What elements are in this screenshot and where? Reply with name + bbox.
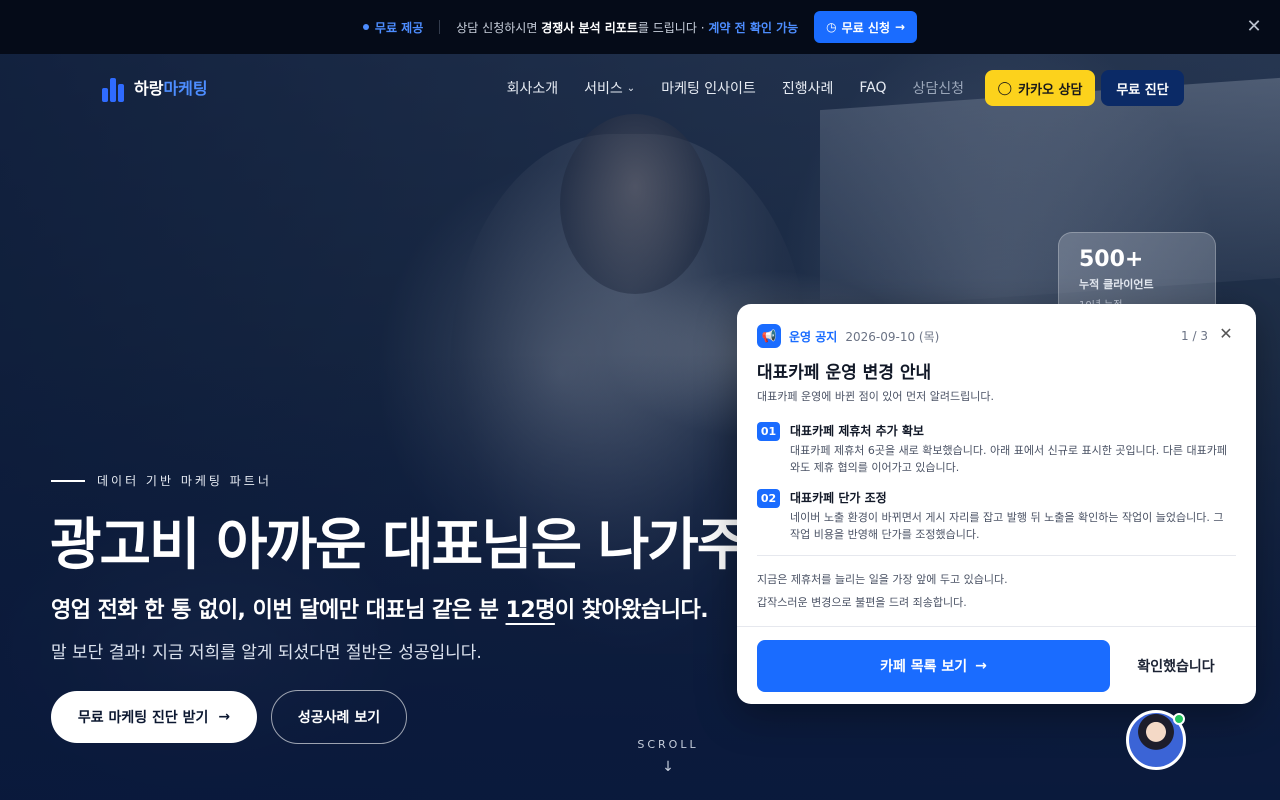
notice-intro: 대표카페 운영에 바뀐 점이 있어 먼저 알려드립니다. [757, 390, 994, 403]
cta-primary-label: 무료 마케팅 진단 받기 [77, 710, 209, 726]
stat-label: 누적 클라이언트 [1079, 278, 1154, 291]
notice-date: 2026-09-10 (목) [845, 329, 940, 344]
point-body: 대표카페 제휴처 6곳을 새로 확보했습니다. 아래 표에서 신규로 표시한 곳… [790, 444, 1228, 474]
free-tag: 무료 제공 [362, 19, 424, 36]
chat-bubble-icon: ◯ [997, 80, 1013, 96]
notice-category: 운영 공지 [789, 329, 838, 344]
banner-message-suffix: 를 드립니다 · [637, 20, 709, 35]
nav-item-services[interactable]: 서비스 ⌄ [584, 78, 635, 98]
free-diagnosis-button[interactable]: 무료 진단 [1101, 70, 1184, 106]
hero-subheadline: 영업 전화 한 통 없이, 이번 달에만 대표님 같은 분 12명이 찾아왔습니… [51, 592, 709, 624]
point-body: 네이버 노출 환경이 바뀌면서 게시 자리를 잡고 발행 뒤 노출을 확인하는 … [790, 511, 1224, 541]
nav-item-services-label: 서비스 [584, 81, 623, 97]
logo-mark-icon [100, 72, 124, 102]
nav-item-consult[interactable]: 상담신청 [912, 78, 964, 98]
arrow-right-icon: → [895, 20, 906, 34]
banner-message-strong: 경쟁사 분석 리포트 [541, 20, 638, 35]
hero-description: 말 보단 결과! 지금 저희를 알게 되셨다면 절반은 성공입니다. [51, 643, 482, 663]
notice-footnote: 지금은 제휴처를 늘리는 일을 가장 앞에 두고 있습니다. [757, 573, 1008, 586]
logo[interactable]: 하랑마케팅 [100, 72, 208, 102]
notice-title: 대표카페 운영 변경 안내 [757, 363, 932, 383]
notice-popup: 📢 운영 공지 2026-09-10 (목) 1 / 3 ✕ 대표카페 운영 변… [737, 304, 1256, 704]
point-number: 01 [757, 422, 780, 441]
arrow-right-icon: → [218, 709, 231, 725]
scroll-label: SCROLL [637, 738, 699, 751]
free-apply-label: 무료 신청 [841, 20, 890, 35]
banner-message: 상담 신청하시면 경쟁사 분석 리포트를 드립니다 · 계약 전 확인 가능 [456, 19, 798, 36]
notice-apology: 갑작스러운 변경으로 불편을 드려 죄송합니다. [757, 596, 967, 609]
brand-name-b: 마케팅 [163, 79, 208, 98]
chat-avatar-button[interactable] [1126, 710, 1186, 770]
main-nav: 하랑마케팅 회사소개 서비스 ⌄ 마케팅 인사이트 진행사례 FAQ 상담신청 ◯… [0, 54, 1280, 122]
stat-number: 500+ [1079, 247, 1144, 272]
hero-headline: 광고비 아까운 대표님은 나가주세요 [50, 513, 847, 578]
banner-divider [439, 20, 441, 34]
subheadline-prefix: 영업 전화 한 통 없이, 이번 달에만 대표님 같은 분 [51, 598, 506, 623]
subheadline-suffix: 이 찾아왔습니다. [554, 598, 709, 623]
nav-item-faq[interactable]: FAQ [859, 78, 886, 98]
confirm-button[interactable]: 확인했습니다 [1117, 640, 1235, 692]
eyebrow-line [51, 479, 85, 482]
cafe-list-label: 카페 목록 보기 [880, 659, 968, 675]
point-number: 02 [757, 489, 780, 508]
nav-item-insights[interactable]: 마케팅 인사이트 [661, 78, 756, 98]
close-icon[interactable]: ✕ [1244, 17, 1264, 37]
top-banner: 무료 제공 상담 신청하시면 경쟁사 분석 리포트를 드립니다 · 계약 전 확… [0, 0, 1280, 54]
notice-page-indicator: 1 / 3 [1181, 329, 1208, 343]
point-heading: 대표카페 제휴처 추가 확보 [790, 424, 924, 438]
clock-icon: ◷ [826, 20, 837, 34]
brand-name-a: 하랑 [134, 79, 164, 98]
notice-divider [757, 555, 1236, 556]
cafe-list-button[interactable]: 카페 목록 보기 → [757, 640, 1110, 692]
eyebrow-text: 데이터 기반 마케팅 파트너 [97, 474, 272, 488]
subheadline-emphasis: 12명 [505, 598, 556, 623]
free-diagnosis-cta-button[interactable]: 무료 마케팅 진단 받기 → [51, 691, 257, 743]
close-icon[interactable]: ✕ [1216, 324, 1236, 344]
banner-message-prefix: 상담 신청하시면 [456, 20, 542, 35]
chevron-down-icon: ⌄ [626, 82, 636, 94]
nav-item-about[interactable]: 회사소개 [507, 78, 559, 98]
arrow-right-icon: → [975, 658, 987, 674]
success-cases-button[interactable]: 성공사례 보기 [271, 690, 407, 744]
online-status-icon [1173, 713, 1185, 725]
hero-eyebrow: 데이터 기반 마케팅 파트너 [51, 472, 272, 489]
scroll-indicator[interactable]: SCROLL ↓ [620, 738, 716, 775]
point-heading: 대표카페 단가 조정 [790, 491, 887, 505]
free-label: 무료 제공 [374, 20, 424, 35]
kakao-consult-label: 카카오 상담 [1018, 82, 1083, 98]
free-apply-button[interactable]: ◷ 무료 신청 → [814, 11, 918, 43]
dot-icon [362, 24, 369, 30]
kakao-consult-button[interactable]: ◯ 카카오 상담 [985, 70, 1095, 106]
notice-point: 01 대표카페 제휴처 추가 확보 대표카페 제휴처 6곳을 새로 확보했습니다… [757, 422, 1236, 482]
arrow-down-icon: ↓ [662, 759, 674, 775]
megaphone-icon: 📢 [757, 324, 781, 348]
notice-header: 📢 운영 공지 2026-09-10 (목) 1 / 3 ✕ [757, 324, 1236, 348]
nav-item-cases[interactable]: 진행사례 [782, 78, 834, 98]
banner-message-highlight: 계약 전 확인 가능 [708, 20, 799, 35]
nav-menu: 회사소개 서비스 ⌄ 마케팅 인사이트 진행사례 FAQ 상담신청 [507, 78, 964, 98]
notice-actions: 카페 목록 보기 → 확인했습니다 [737, 626, 1256, 704]
notice-point: 02 대표카페 단가 조정 네이버 노출 환경이 바뀌면서 게시 자리를 잡고 … [757, 489, 1236, 549]
